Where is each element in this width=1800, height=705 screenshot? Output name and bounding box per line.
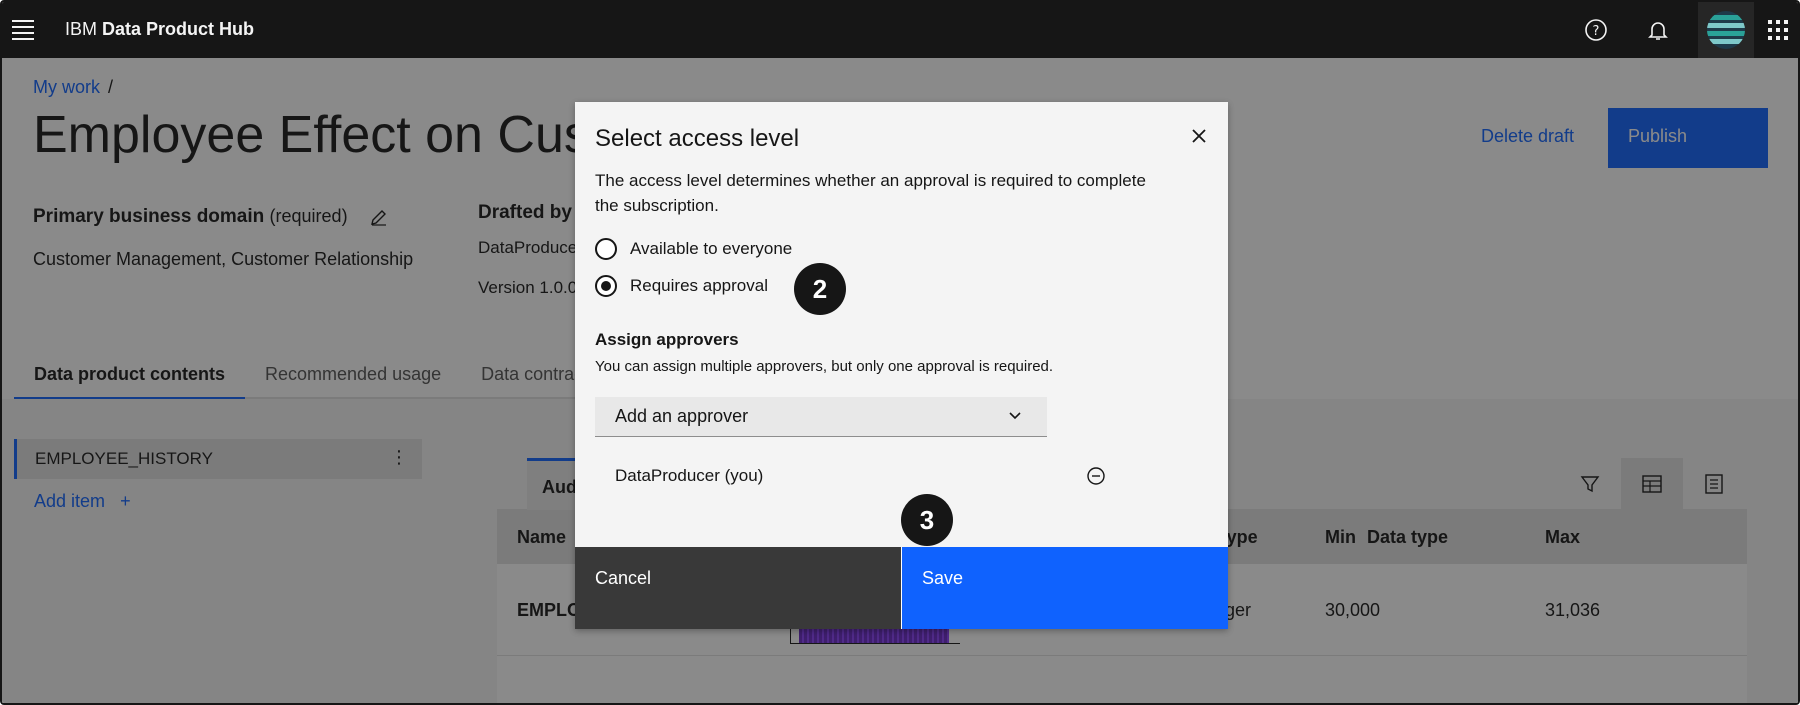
- radio-label: Requires approval: [630, 276, 768, 295]
- add-approver-dropdown[interactable]: Add an approver: [595, 397, 1047, 437]
- modal-title: Select access level: [595, 125, 800, 152]
- app-switcher-icon[interactable]: [1762, 14, 1794, 46]
- avatar[interactable]: [1698, 2, 1754, 58]
- help-icon[interactable]: ?: [1580, 14, 1612, 46]
- close-icon[interactable]: [1183, 120, 1215, 152]
- access-level-modal: Select access level The access level det…: [575, 102, 1228, 629]
- app-window: IBM Data Product Hub ? My work/ Employee…: [0, 0, 1800, 705]
- avatar-image: [1707, 11, 1745, 49]
- modal-footer: Cancel Save: [575, 547, 1228, 629]
- svg-text:?: ?: [1593, 24, 1600, 39]
- top-header: IBM Data Product Hub ?: [2, 2, 1798, 58]
- remove-approver-icon[interactable]: [1085, 465, 1107, 487]
- product-name[interactable]: IBM Data Product Hub: [65, 19, 254, 40]
- product-title: Data Product Hub: [102, 19, 255, 39]
- radio-available-to-everyone[interactable]: Available to everyone: [595, 238, 792, 260]
- assign-approvers-title: Assign approvers: [595, 330, 739, 349]
- radio-button-checked[interactable]: [595, 275, 617, 297]
- chevron-down-icon: [1007, 407, 1023, 428]
- cancel-button[interactable]: Cancel: [575, 547, 901, 629]
- save-button[interactable]: Save: [901, 547, 1228, 629]
- dropdown-placeholder: Add an approver: [615, 406, 749, 426]
- approver-list-item: DataProducer (you): [615, 466, 764, 485]
- step-badge-2: 2: [794, 263, 846, 315]
- step-badge-3: 3: [901, 494, 953, 546]
- modal-description: The access level determines whether an a…: [595, 171, 1146, 215]
- notification-icon[interactable]: [1642, 14, 1674, 46]
- brand-prefix: IBM: [65, 19, 98, 39]
- radio-label: Available to everyone: [630, 239, 793, 258]
- menu-icon[interactable]: [12, 20, 34, 40]
- assign-approvers-help: You can assign multiple approvers, but o…: [595, 358, 1054, 375]
- radio-requires-approval[interactable]: Requires approval: [595, 275, 768, 297]
- radio-button[interactable]: [595, 238, 617, 260]
